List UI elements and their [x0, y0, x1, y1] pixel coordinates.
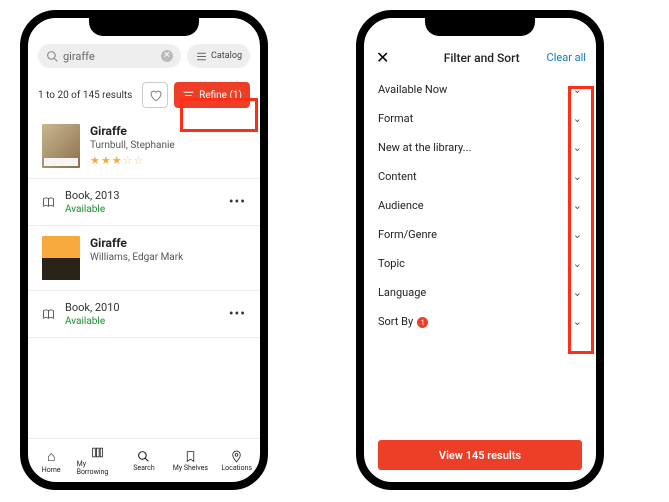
filter-label: New at the library... [378, 141, 573, 154]
result-card[interactable]: Giraffe Turnbull, Stephanie ★★★☆☆ [28, 114, 260, 179]
results-summary: 1 to 20 of 145 results [38, 90, 136, 101]
result-format-row[interactable]: Book, 2013 Available ••• [28, 179, 260, 226]
phone-left: giraffe Catalog 1 to 20 of 145 results R… [20, 10, 268, 490]
filter-label: Format [378, 112, 573, 125]
filter-count-badge: 1 [417, 317, 428, 328]
catalog-selector[interactable]: Catalog [187, 44, 250, 68]
chevron-down-icon: ⌄ [573, 315, 582, 328]
borrowing-icon [91, 446, 104, 459]
filter-language[interactable]: Language⌄ [378, 278, 582, 307]
refine-label: Refine (1) [199, 90, 242, 101]
location-icon [230, 450, 243, 463]
rating-stars: ★★★☆☆ [90, 154, 246, 167]
filter-sort-screen: ✕ Filter and Sort Clear all Available No… [364, 18, 596, 482]
list-icon [195, 50, 208, 63]
filter-icon [182, 89, 195, 102]
view-results-label: View 145 results [439, 449, 521, 462]
book-icon [42, 308, 55, 321]
filter-audience[interactable]: Audience⌄ [378, 191, 582, 220]
format-year: Book, 2013 [65, 189, 219, 202]
availability-label: Available [65, 316, 219, 327]
book-icon [42, 196, 55, 209]
result-card[interactable]: Giraffe Williams, Edgar Mark [28, 226, 260, 291]
home-icon: ⌂ [47, 448, 55, 465]
catalog-label: Catalog [211, 51, 242, 61]
result-title: Giraffe [90, 236, 246, 250]
search-icon [137, 450, 150, 463]
availability-label: Available [65, 204, 219, 215]
bottom-tabbar: ⌂ Home My Borrowing Search My Shelves Lo… [28, 438, 260, 482]
chevron-down-icon: ⌄ [573, 141, 582, 154]
favorite-button[interactable] [142, 82, 168, 108]
filter-new-at-library[interactable]: New at the library...⌄ [378, 133, 582, 162]
tab-label: Search [133, 464, 155, 472]
chevron-down-icon: ⌄ [573, 286, 582, 299]
tab-label: My Shelves [173, 464, 208, 472]
tab-my-shelves[interactable]: My Shelves [169, 450, 211, 472]
tab-label: Home [42, 466, 61, 474]
refine-button[interactable]: Refine (1) [174, 82, 250, 108]
filter-topic[interactable]: Topic⌄ [378, 249, 582, 278]
tab-locations[interactable]: Locations [216, 450, 258, 472]
tab-label: My Borrowing [77, 460, 119, 476]
notch [89, 18, 199, 36]
tab-home[interactable]: ⌂ Home [30, 448, 72, 474]
search-input[interactable]: giraffe [38, 44, 181, 68]
chevron-down-icon: ⌄ [573, 257, 582, 270]
heart-icon [149, 89, 162, 102]
book-cover-thumbnail [42, 124, 80, 168]
chevron-down-icon: ⌄ [573, 170, 582, 183]
filter-label: Sort By 1 [378, 315, 573, 329]
result-author: Turnbull, Stephanie [90, 140, 246, 151]
search-results-screen: giraffe Catalog 1 to 20 of 145 results R… [28, 18, 260, 482]
filter-format[interactable]: Format⌄ [378, 104, 582, 133]
chevron-down-icon: ⌄ [573, 83, 582, 96]
filter-label-text: Sort By [378, 315, 413, 328]
result-title: Giraffe [90, 124, 246, 138]
filter-label: Audience [378, 199, 573, 212]
clear-search-icon[interactable] [161, 50, 173, 62]
filter-label: Form/Genre [378, 228, 573, 241]
results-list[interactable]: Giraffe Turnbull, Stephanie ★★★☆☆ Book, … [28, 114, 260, 438]
phone-right: ✕ Filter and Sort Clear all Available No… [356, 10, 604, 490]
more-icon[interactable]: ••• [229, 194, 246, 210]
filter-form-genre[interactable]: Form/Genre⌄ [378, 220, 582, 249]
search-query-text: giraffe [63, 50, 157, 63]
chevron-down-icon: ⌄ [573, 228, 582, 241]
filter-label: Topic [378, 257, 573, 270]
clear-all-button[interactable]: Clear all [547, 51, 586, 64]
format-year: Book, 2010 [65, 301, 219, 314]
notch [425, 18, 535, 36]
filter-available-now[interactable]: Available Now⌄ [378, 75, 582, 104]
filter-label: Language [378, 286, 573, 299]
filter-label: Content [378, 170, 573, 183]
result-author: Williams, Edgar Mark [90, 252, 246, 263]
result-format-row[interactable]: Book, 2010 Available ••• [28, 291, 260, 338]
filter-sort-by[interactable]: Sort By 1 ⌄ [378, 307, 582, 336]
more-icon[interactable]: ••• [229, 306, 246, 322]
filter-list: Available Now⌄ Format⌄ New at the librar… [364, 75, 596, 336]
view-results-button[interactable]: View 145 results [378, 440, 582, 470]
filter-label: Available Now [378, 83, 573, 96]
search-icon [46, 50, 59, 63]
chevron-down-icon: ⌄ [573, 112, 582, 125]
book-cover-thumbnail [42, 236, 80, 280]
tab-search[interactable]: Search [123, 450, 165, 472]
bookmark-icon [184, 450, 197, 463]
filter-content[interactable]: Content⌄ [378, 162, 582, 191]
tab-my-borrowing[interactable]: My Borrowing [77, 446, 119, 476]
tab-label: Locations [221, 464, 252, 472]
chevron-down-icon: ⌄ [573, 199, 582, 212]
